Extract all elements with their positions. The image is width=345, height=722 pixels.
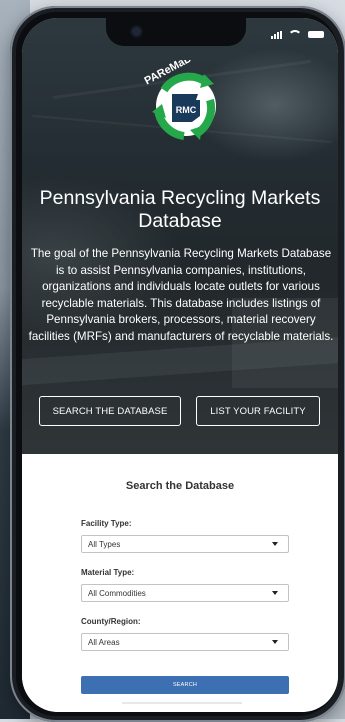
facility-type-select[interactable]: All Types — [81, 535, 289, 553]
hero-section: RMC PAReMaDe Pennsylvania Recycling Mark… — [22, 18, 338, 454]
phone-notch — [106, 18, 246, 46]
signal-icon — [271, 30, 282, 39]
pa-remade-logo-icon: RMC PAReMaDe — [142, 60, 216, 140]
hero-description: The goal of the Pennsylvania Recycling M… — [28, 247, 334, 343]
list-your-facility-button[interactable]: LIST YOUR FACILITY — [196, 396, 320, 426]
status-bar — [271, 30, 324, 39]
county-region-select[interactable]: All Areas — [81, 633, 289, 651]
chevron-down-icon — [272, 591, 278, 595]
chevron-down-icon — [272, 640, 278, 644]
search-form: Search the Database Facility Type: All T… — [22, 454, 338, 712]
page-title: Pennsylvania Recycling Markets Database — [39, 187, 321, 232]
wifi-icon — [288, 30, 302, 39]
logo-badge-text: RMC — [176, 105, 197, 115]
facility-type-value: All Types — [88, 539, 121, 549]
battery-icon — [308, 31, 324, 38]
chevron-down-icon — [272, 542, 278, 546]
camera-icon — [132, 27, 141, 36]
material-type-label: Material Type: — [81, 568, 135, 577]
search-form-title: Search the Database — [125, 480, 235, 492]
search-button[interactable]: SEARCH — [81, 676, 289, 694]
county-region-value: All Areas — [88, 637, 120, 647]
material-type-select[interactable]: All Commodities — [81, 584, 289, 602]
phone-screen: RMC PAReMaDe Pennsylvania Recycling Mark… — [22, 18, 338, 712]
facility-type-label: Facility Type: — [81, 519, 132, 528]
material-type-value: All Commodities — [88, 588, 146, 598]
county-region-label: County/Region: — [81, 617, 141, 626]
search-the-database-button[interactable]: SEARCH THE DATABASE — [39, 396, 181, 426]
divider — [122, 702, 242, 704]
